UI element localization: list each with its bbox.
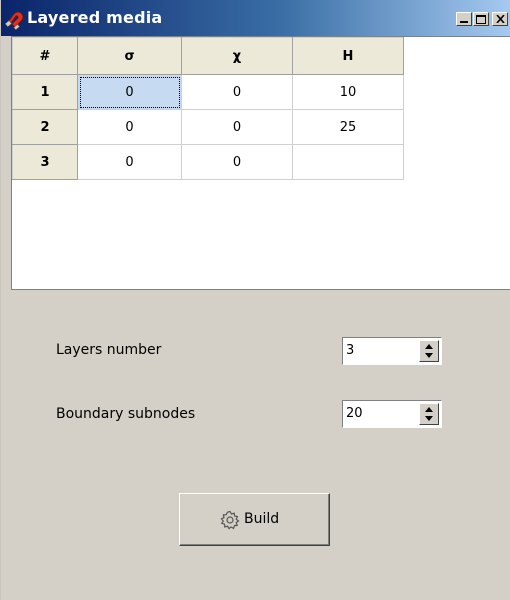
title-bar[interactable]: Layered media	[1, 0, 510, 36]
up-down-arrows-icon	[425, 344, 433, 358]
maximize-button[interactable]	[473, 12, 489, 26]
column-header-h[interactable]: H	[292, 37, 404, 75]
magnet-icon	[4, 11, 24, 30]
table-cell-chi[interactable]: 0	[181, 74, 293, 110]
table-header-row: # σ χ H	[12, 37, 404, 75]
minimize-button[interactable]	[456, 12, 472, 26]
column-header-number[interactable]: #	[12, 37, 78, 75]
boundary-subnodes-stepper[interactable]	[419, 403, 439, 425]
table-cell-sigma[interactable]: 0	[77, 144, 182, 180]
layers-number-value[interactable]: 3	[346, 343, 354, 358]
close-icon	[496, 15, 505, 23]
table-row: 2 0 0 25	[12, 109, 404, 145]
layers-table-area[interactable]: # σ χ H 1 0 0 10 2 0 0 25 3 0 0	[11, 36, 510, 290]
row-header[interactable]: 2	[12, 109, 78, 145]
layers-number-stepper[interactable]	[419, 340, 439, 362]
layers-number-label: Layers number	[56, 342, 162, 358]
column-header-chi[interactable]: χ	[181, 37, 293, 75]
table-cell-sigma[interactable]: 0	[77, 109, 182, 145]
row-header[interactable]: 3	[12, 144, 78, 180]
up-down-arrows-icon	[425, 407, 433, 421]
table-cell-sigma[interactable]: 0	[77, 74, 182, 110]
boundary-subnodes-label: Boundary subnodes	[56, 406, 196, 422]
column-header-sigma[interactable]: σ	[77, 37, 182, 75]
table-cell-h[interactable]: 10	[292, 74, 404, 110]
row-header[interactable]: 1	[12, 74, 78, 110]
build-label: Build	[244, 511, 280, 527]
window-title: Layered media	[27, 8, 163, 27]
layers-number-spinbox[interactable]: 3	[342, 337, 442, 365]
close-button[interactable]	[492, 12, 508, 26]
table-cell-chi[interactable]: 0	[181, 109, 293, 145]
table-cell-h[interactable]: 25	[292, 109, 404, 145]
gear-icon	[220, 510, 240, 530]
layers-table: # σ χ H 1 0 0 10 2 0 0 25 3 0 0	[12, 37, 404, 180]
boundary-subnodes-spinbox[interactable]: 20	[342, 400, 442, 428]
table-cell-h[interactable]	[292, 144, 404, 180]
layered-media-window: Layered media # σ χ H 1 0 0 10 2 0 0 25 …	[0, 0, 510, 600]
table-cell-chi[interactable]: 0	[181, 144, 293, 180]
table-row: 3 0 0	[12, 144, 404, 180]
build-button[interactable]: Build	[179, 493, 330, 546]
boundary-subnodes-value[interactable]: 20	[346, 406, 363, 421]
table-row: 1 0 0 10	[12, 74, 404, 110]
